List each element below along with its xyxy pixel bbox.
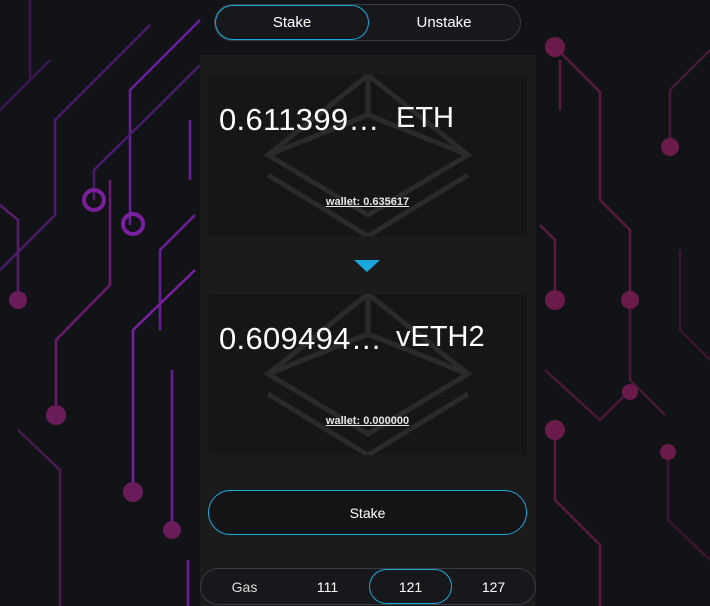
ethereum-logo-icon <box>263 294 473 455</box>
to-wallet-balance-link[interactable]: wallet: 0.000000 <box>208 415 527 427</box>
stake-button[interactable]: Stake <box>208 490 527 535</box>
gas-option[interactable]: 127 <box>452 569 535 604</box>
stake-panel: 0.611399… ETH wallet: 0.635617 0.609494…… <box>200 55 536 606</box>
to-token-label: vETH2 <box>396 321 485 353</box>
ethereum-logo-icon <box>263 75 473 236</box>
to-amount-input[interactable]: 0.609494… <box>219 321 382 357</box>
from-wallet-balance-link[interactable]: wallet: 0.635617 <box>208 196 527 208</box>
gas-label: Gas <box>231 578 258 595</box>
tab-unstake[interactable]: Unstake <box>367 5 521 40</box>
triangle-down-icon[interactable] <box>354 260 380 272</box>
from-amount-input[interactable]: 0.611399… <box>219 102 380 138</box>
stake-unstake-toggle[interactable]: Stake Unstake <box>214 4 521 41</box>
gas-option[interactable]: 111 <box>286 569 369 604</box>
tab-stake[interactable]: Stake <box>215 5 369 40</box>
from-token-label: ETH <box>396 102 454 134</box>
to-card: 0.609494… vETH2 wallet: 0.000000 <box>208 294 527 455</box>
gas-option-selected[interactable]: 121 <box>369 569 452 604</box>
from-card: 0.611399… ETH wallet: 0.635617 <box>208 75 527 236</box>
gas-selector: Gas 111 121 127 <box>200 568 536 605</box>
